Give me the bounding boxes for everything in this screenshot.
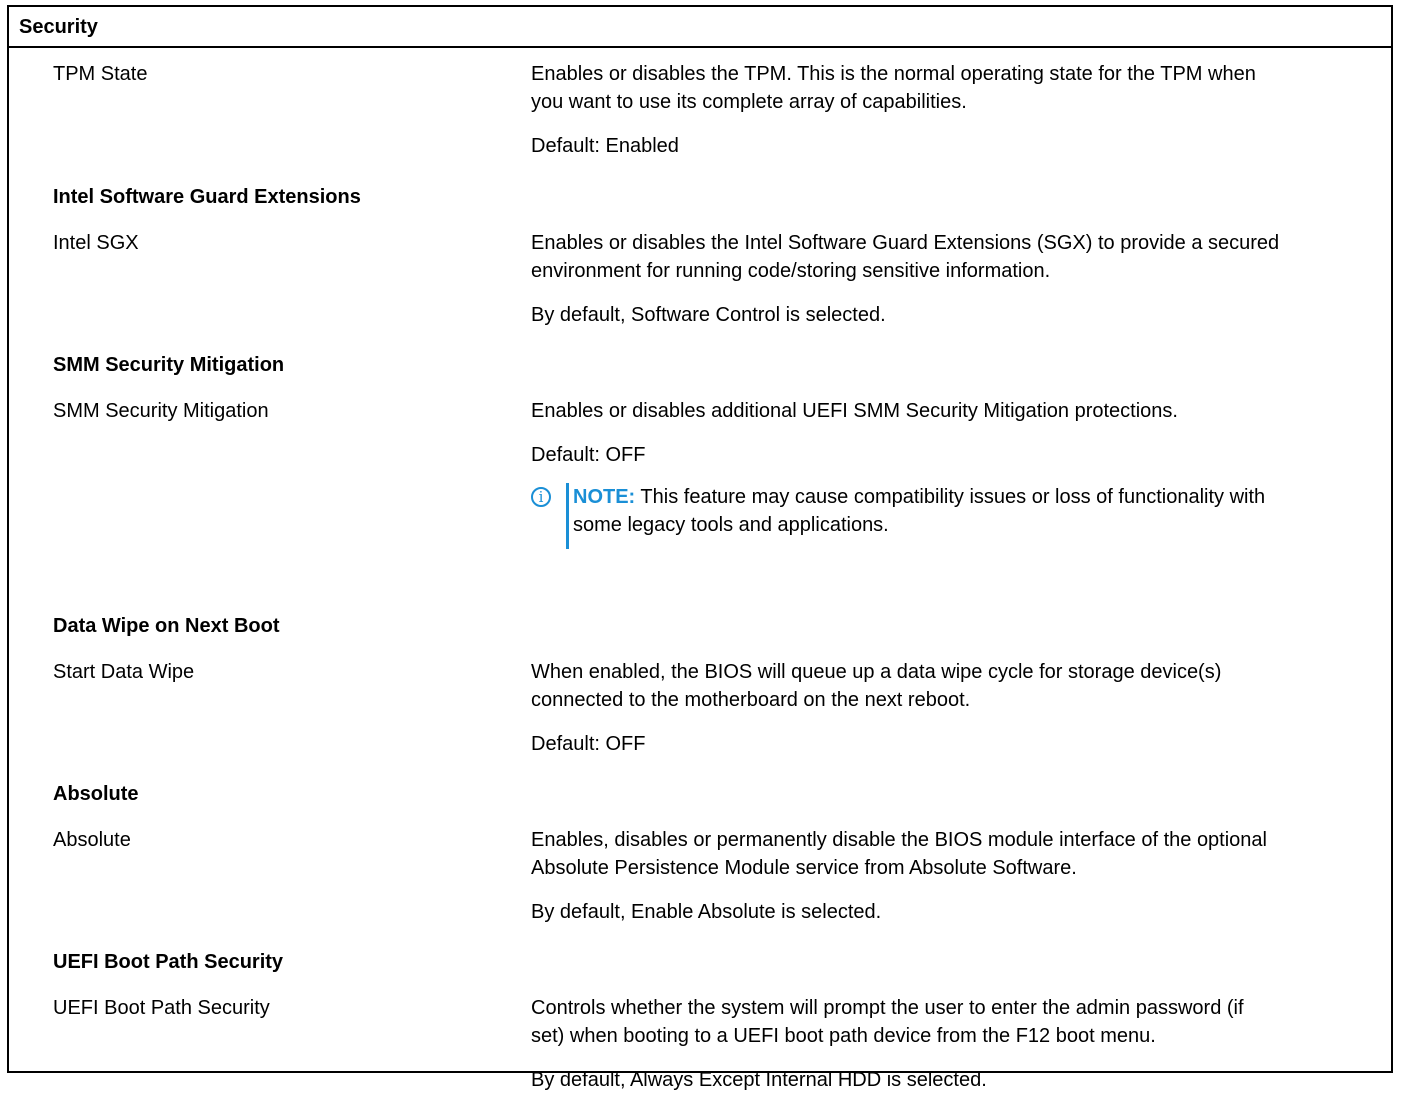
description-line: you want to use its complete array of ca… bbox=[531, 91, 967, 113]
setting-name: SMM Security Mitigation bbox=[53, 400, 269, 422]
setting-name: Absolute bbox=[53, 829, 131, 851]
note-callout: i NOTE: This feature may cause compatibi… bbox=[529, 483, 1389, 553]
note-line: This feature may cause compatibility iss… bbox=[640, 486, 1266, 508]
setting-name: TPM State bbox=[53, 63, 148, 85]
note-line: some legacy tools and applications. bbox=[573, 514, 889, 536]
section-heading: Absolute bbox=[53, 783, 139, 805]
default-value: By default, Software Control is selected… bbox=[531, 304, 886, 326]
security-settings-table: Security TPM State Enables or disables t… bbox=[7, 5, 1393, 1091]
note-accent-bar bbox=[566, 483, 569, 549]
default-value: Default: OFF bbox=[531, 444, 646, 466]
default-value: Default: OFF bbox=[531, 733, 646, 755]
setting-description: Enables or disables additional UEFI SMM … bbox=[531, 397, 1381, 425]
description-line: Absolute Persistence Module service from… bbox=[531, 857, 1077, 879]
description-line: connected to the motherboard on the next… bbox=[531, 689, 971, 711]
description-line: Controls whether the system will prompt … bbox=[531, 997, 1244, 1019]
section-heading: Data Wipe on Next Boot bbox=[53, 615, 280, 637]
setting-description: Enables, disables or permanently disable… bbox=[531, 826, 1381, 882]
setting-description: Enables or disables the Intel Software G… bbox=[531, 229, 1381, 285]
default-value: By default, Enable Absolute is selected. bbox=[531, 901, 882, 923]
description-line: environment for running code/storing sen… bbox=[531, 260, 1051, 282]
description-line: Enables or disables the Intel Software G… bbox=[531, 232, 1280, 254]
note-label: NOTE: bbox=[573, 486, 636, 508]
description-line: When enabled, the BIOS will queue up a d… bbox=[531, 661, 1222, 683]
setting-name: Intel SGX bbox=[53, 232, 139, 254]
setting-name: Start Data Wipe bbox=[53, 661, 195, 683]
description-line: Enables or disables the TPM. This is the… bbox=[531, 63, 1256, 85]
setting-description: Controls whether the system will prompt … bbox=[531, 994, 1381, 1050]
section-heading: UEFI Boot Path Security bbox=[53, 951, 284, 973]
table-header: Security bbox=[9, 7, 1391, 48]
info-circle-icon: i bbox=[531, 487, 551, 507]
default-value: By default, Always Except Internal HDD i… bbox=[531, 1069, 987, 1091]
default-value: Default: Enabled bbox=[531, 135, 679, 157]
description-line: Enables, disables or permanently disable… bbox=[531, 829, 1267, 851]
description-line: Enables or disables additional UEFI SMM … bbox=[531, 400, 1178, 422]
description-line: set) when booting to a UEFI boot path de… bbox=[531, 1025, 1156, 1047]
section-heading: SMM Security Mitigation bbox=[53, 354, 285, 376]
section-heading: Intel Software Guard Extensions bbox=[53, 186, 361, 208]
setting-description: When enabled, the BIOS will queue up a d… bbox=[531, 658, 1381, 714]
note-text: NOTE: This feature may cause compatibili… bbox=[573, 483, 1265, 539]
setting-name: UEFI Boot Path Security bbox=[53, 997, 270, 1019]
setting-description: Enables or disables the TPM. This is the… bbox=[531, 60, 1381, 116]
